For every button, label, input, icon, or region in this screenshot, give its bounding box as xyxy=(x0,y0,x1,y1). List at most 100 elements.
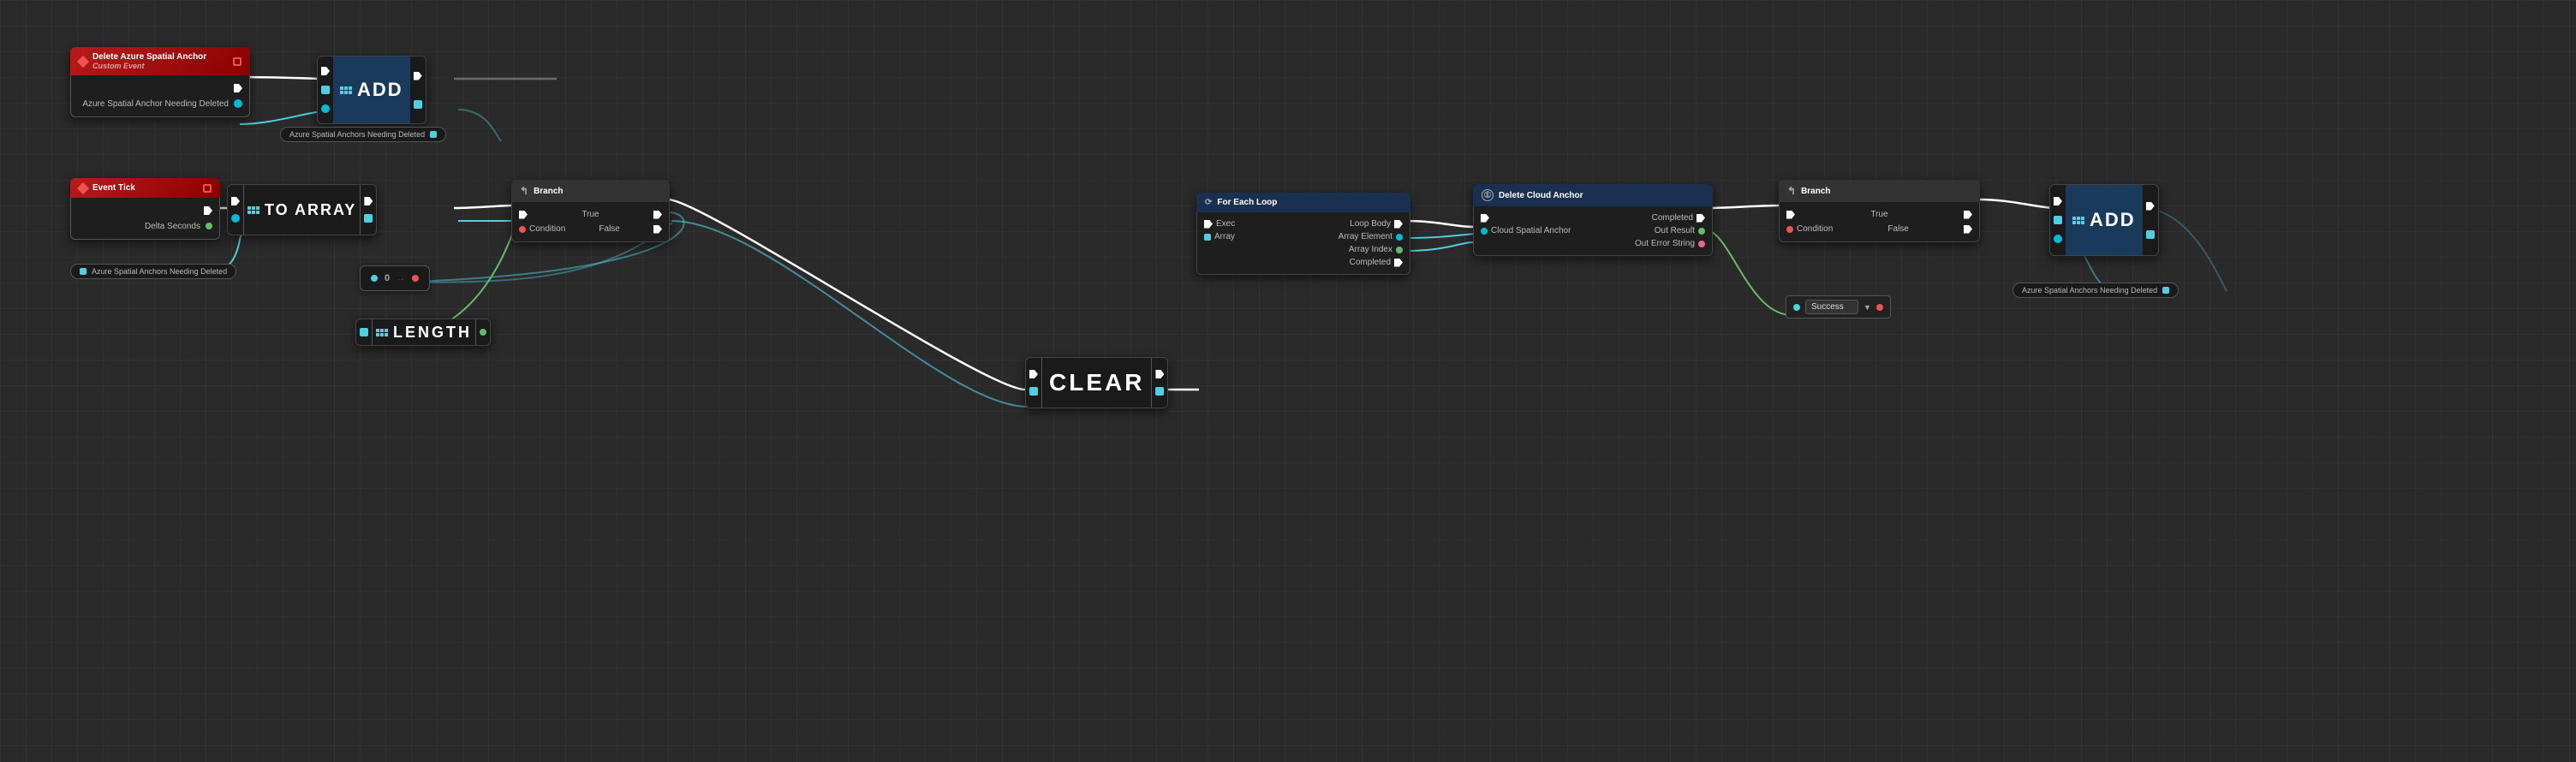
for-each-title: For Each Loop xyxy=(1217,198,1277,207)
delete-cloud-anchor-node: ① Delete Cloud Anchor Completed Cloud Sp… xyxy=(1473,184,1713,256)
false-label-right: False xyxy=(1887,224,1908,234)
event-tick-node: Event Tick Delta Seconds xyxy=(70,178,220,240)
cloud-anchor-in-pin[interactable] xyxy=(1481,228,1488,235)
delete-cloud-title: Delete Cloud Anchor xyxy=(1499,191,1583,200)
success-out-pin[interactable] xyxy=(1876,304,1883,311)
delta-pin[interactable] xyxy=(206,223,212,229)
condition-pin-right[interactable] xyxy=(1786,226,1793,233)
out-error-pin[interactable] xyxy=(1698,241,1705,247)
anchors-label-top: Azure Spatial Anchors Needing Deleted xyxy=(280,127,446,142)
array-element-label: Array Element xyxy=(1339,232,1392,241)
array-pin-bottom-left[interactable] xyxy=(80,268,86,275)
out-error-label: Out Error String xyxy=(1635,239,1695,248)
exec-in-pin[interactable] xyxy=(321,67,330,75)
exec-in-clear[interactable] xyxy=(1029,370,1038,378)
condition-label-right: Condition xyxy=(1797,224,1833,234)
event-indicator xyxy=(233,57,242,66)
exec-in-to-array[interactable] xyxy=(231,197,240,205)
add-label-top: ADD xyxy=(357,79,403,101)
array-in-length[interactable] xyxy=(360,328,368,336)
out-result-pin[interactable] xyxy=(1698,228,1705,235)
array-in-add-bottom[interactable] xyxy=(2054,216,2062,224)
exec-out-pin[interactable] xyxy=(414,72,422,80)
exec-false-right[interactable] xyxy=(1964,225,1972,234)
exec-in-add-bottom[interactable] xyxy=(2054,197,2062,205)
array-index-pin[interactable] xyxy=(1396,247,1403,253)
exec-out-clear[interactable] xyxy=(1155,370,1164,378)
array-index-label: Array Index xyxy=(1349,245,1392,254)
array-in-foreach[interactable] xyxy=(1204,234,1211,241)
true-label-right: True xyxy=(1870,210,1887,219)
clear-label: CLEAR xyxy=(1049,369,1144,396)
branch-right-title: Branch xyxy=(1801,187,1830,196)
anchors-label-bottom-left: Azure Spatial Anchors Needing Deleted xyxy=(70,264,236,279)
anchors-label-right: Azure Spatial Anchors Needing Deleted xyxy=(2012,283,2179,298)
condition-pin-left[interactable] xyxy=(519,226,526,233)
true-label-left: True xyxy=(581,210,599,219)
exec-in-foreach[interactable] xyxy=(1204,220,1213,229)
node-title: Delete Azure Spatial Anchor xyxy=(92,52,206,62)
array-element-pin[interactable] xyxy=(1396,234,1403,241)
index-out-pin[interactable] xyxy=(412,275,419,282)
cloud-anchor-label: Cloud Spatial Anchor xyxy=(1491,226,1571,235)
array-label-foreach: Array xyxy=(1214,232,1235,241)
delete-azure-anchor-node: Delete Azure Spatial Anchor Custom Event… xyxy=(70,47,250,117)
loop-icon: ⟳ xyxy=(1205,198,1212,207)
branch-icon-right: ↰ xyxy=(1787,185,1796,197)
length-label: LENGTH xyxy=(393,324,472,342)
length-node: LENGTH xyxy=(355,318,491,346)
completed-pin-foreach[interactable] xyxy=(1394,259,1403,267)
exec-in-branch-right[interactable] xyxy=(1786,211,1795,219)
exec-in-branch-left[interactable] xyxy=(519,211,528,219)
dropdown-arrow: ▼ xyxy=(1863,303,1871,312)
array-out-to-array[interactable] xyxy=(364,214,373,223)
loop-body-label: Loop Body xyxy=(1350,219,1391,229)
anchors-text-right: Azure Spatial Anchors Needing Deleted xyxy=(2022,286,2157,295)
index-value: 0 xyxy=(385,273,390,283)
array-pin-label-top[interactable] xyxy=(430,131,437,138)
anchor-pin[interactable] xyxy=(234,99,242,108)
index-node: 0 → xyxy=(360,265,430,291)
exec-loop-body[interactable] xyxy=(1394,220,1403,229)
event-indicator-tick xyxy=(203,184,212,193)
array-in-clear[interactable] xyxy=(1029,387,1038,396)
branch-icon: ↰ xyxy=(520,185,528,197)
exec-true-right[interactable] xyxy=(1964,211,1972,219)
completed-pin-delete[interactable] xyxy=(1696,214,1705,223)
branch-left-node: ↰ Branch True Condition False xyxy=(511,180,670,242)
diamond-icon xyxy=(77,55,89,67)
completed-label-foreach: Completed xyxy=(1350,258,1391,267)
branch-right-node: ↰ Branch True Condition False xyxy=(1779,180,1980,242)
for-each-loop-node: ⟳ For Each Loop Exec Loop Body Array Arr… xyxy=(1196,193,1410,275)
index-in-pin[interactable] xyxy=(371,275,378,282)
array-out-clear[interactable] xyxy=(1155,387,1164,396)
success-in-pin[interactable] xyxy=(1793,304,1800,311)
exec-in-delete-cloud[interactable] xyxy=(1481,214,1489,223)
array-in-pin[interactable] xyxy=(321,86,330,94)
length-out-pin[interactable] xyxy=(480,329,486,336)
exec-true-left[interactable] xyxy=(653,211,662,219)
false-label-left: False xyxy=(599,224,619,234)
exec-out-to-array[interactable] xyxy=(364,197,373,205)
value-in-pin[interactable] xyxy=(321,104,330,113)
success-node: Success ▼ xyxy=(1786,295,1891,318)
add-node-top: ADD xyxy=(317,56,426,124)
array-pin-right[interactable] xyxy=(2162,287,2169,294)
condition-label-left: Condition xyxy=(529,224,565,234)
event-tick-title: Event Tick xyxy=(92,183,135,193)
exec-false-left[interactable] xyxy=(653,225,662,234)
node-subtitle: Custom Event xyxy=(92,62,206,70)
array-out-add-bottom[interactable] xyxy=(2146,230,2155,239)
out-result-label: Out Result xyxy=(1655,226,1695,235)
exec-out-add-bottom[interactable] xyxy=(2146,202,2155,211)
clear-node: CLEAR xyxy=(1025,357,1168,408)
exec-out-tick[interactable] xyxy=(204,206,212,215)
array-out-pin[interactable] xyxy=(414,100,422,109)
success-dropdown[interactable]: Success xyxy=(1805,300,1858,314)
value-in-to-array[interactable] xyxy=(231,214,240,223)
diamond-icon-tick xyxy=(77,182,89,193)
exec-out-pin[interactable] xyxy=(234,84,242,92)
value-in-add-bottom[interactable] xyxy=(2054,235,2062,243)
completed-label-delete: Completed xyxy=(1652,213,1693,223)
clock-icon: ① xyxy=(1482,189,1494,201)
